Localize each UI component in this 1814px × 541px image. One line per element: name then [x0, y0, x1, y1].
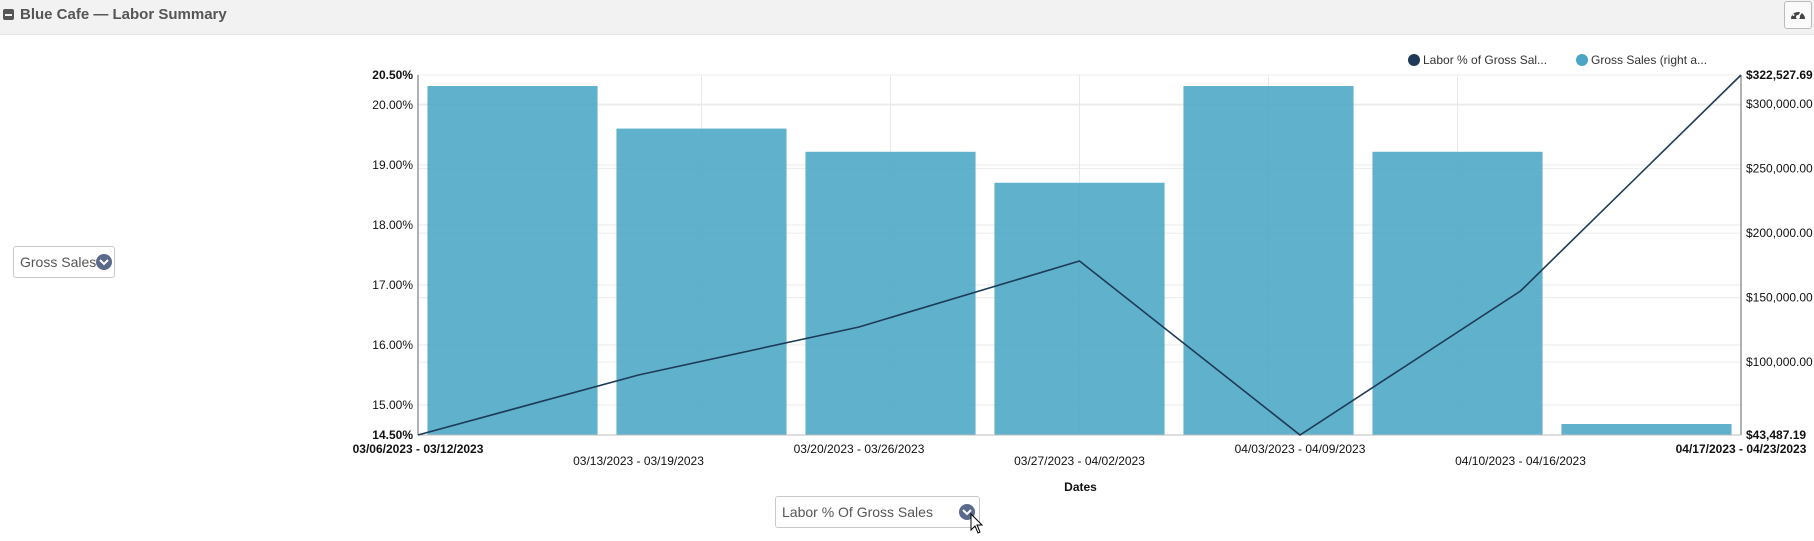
x-tick-label: 03/20/2023 - 03/26/2023 [794, 442, 925, 456]
legend-marker[interactable] [1408, 54, 1420, 66]
x-axis-title: Dates [1064, 480, 1097, 494]
legend-marker[interactable] [1576, 54, 1588, 66]
right-tick-label: $300,000.00 [1746, 97, 1813, 111]
bottom-metric-value: Labor % Of Gross Sales [782, 504, 933, 520]
x-tick-label: 04/10/2023 - 04/16/2023 [1455, 454, 1586, 468]
bar[interactable] [1183, 86, 1354, 435]
bar[interactable] [616, 128, 787, 435]
right-tick-label: $43,487.19 [1746, 428, 1806, 442]
right-tick-label: $250,000.00 [1746, 162, 1813, 176]
x-tick-label: 03/06/2023 - 03/12/2023 [353, 442, 484, 456]
chevron-down-icon [96, 254, 112, 270]
left-tick-label: 15.00% [372, 398, 413, 412]
x-tick-label: 03/27/2023 - 04/02/2023 [1014, 454, 1145, 468]
bar[interactable] [427, 86, 598, 435]
x-tick-label: 04/17/2023 - 04/23/2023 [1676, 442, 1807, 456]
bar[interactable] [1561, 424, 1732, 435]
right-tick-label: $200,000.00 [1746, 226, 1813, 240]
left-tick-label: 18.00% [372, 218, 413, 232]
left-tick-label: 17.00% [372, 278, 413, 292]
x-tick-label: 03/13/2023 - 03/19/2023 [573, 454, 704, 468]
left-tick-label: 20.00% [372, 98, 413, 112]
bar[interactable] [805, 151, 976, 435]
left-metric-value: Gross Sales [20, 254, 97, 270]
legend-label[interactable]: Labor % of Gross Sal... [1423, 53, 1547, 67]
mouse-cursor-icon [970, 513, 984, 534]
bottom-metric-select[interactable]: Labor % Of Gross Sales [775, 496, 980, 528]
x-tick-label: 04/03/2023 - 04/09/2023 [1235, 442, 1366, 456]
right-tick-label: $150,000.00 [1746, 291, 1813, 305]
left-tick-label: 14.50% [372, 428, 413, 442]
left-metric-select[interactable]: Gross Sales [13, 246, 115, 278]
right-tick-label: $100,000.00 [1746, 355, 1813, 369]
labor-summary-chart: 14.50% 15.00% 16.00% 17.00% 18.00% 19.00% 20.0… [353, 53, 1813, 494]
legend-label[interactable]: Gross Sales (right a... [1591, 53, 1707, 67]
left-tick-label: 16.00% [372, 338, 413, 352]
right-tick-label: $322,527.69 [1746, 68, 1813, 82]
left-tick-label: 19.00% [372, 158, 413, 172]
left-tick-label: 20.50% [372, 68, 413, 82]
